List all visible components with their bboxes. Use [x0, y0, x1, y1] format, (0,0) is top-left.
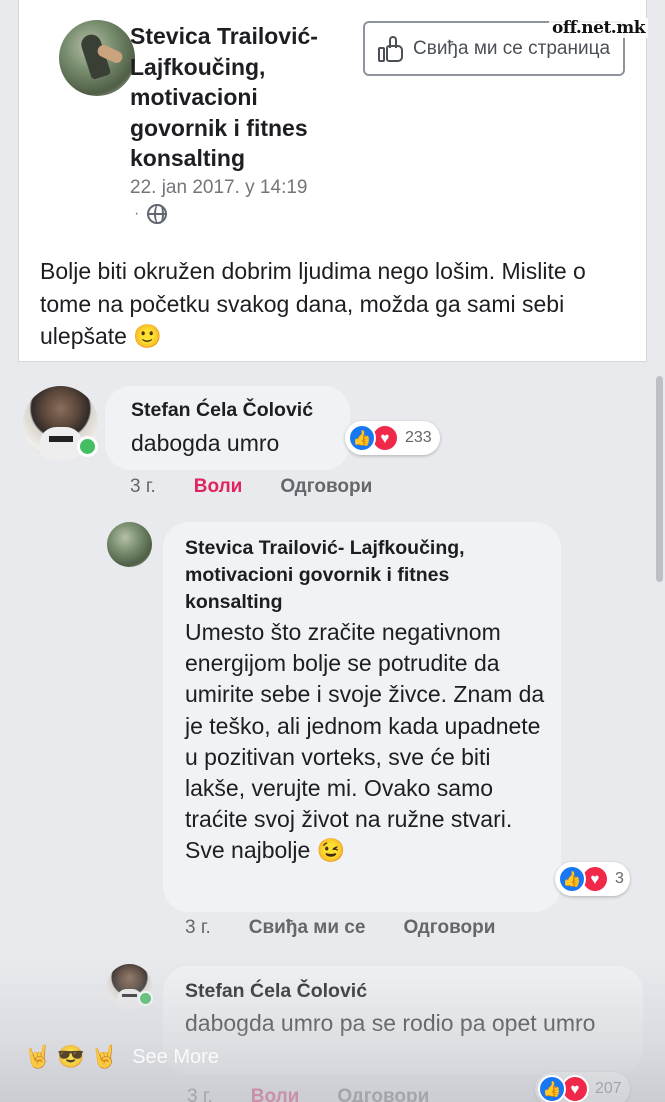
page-reply-avatar[interactable] — [107, 522, 152, 567]
reply-time[interactable]: 3 г. — [185, 917, 211, 939]
comment-actions: 3 г. Воли Одговори — [130, 476, 372, 498]
watermark: off.net.mk — [549, 18, 648, 38]
post-timestamp[interactable]: 22. jan 2017. у 14:19 — [130, 177, 307, 199]
globe-icon[interactable] — [147, 204, 168, 224]
comment-text: dabogda umro pa se rodio pa opet umro — [185, 1010, 596, 1036]
scrollbar[interactable] — [656, 376, 663, 582]
comment-author[interactable]: Stefan Ćela Čolović — [131, 397, 313, 424]
comment-text: dabogda umro — [131, 430, 280, 456]
comment-actions: 3 г. Воли Одговори — [187, 1086, 429, 1102]
sunglasses-emoji: 😎 — [57, 1044, 85, 1069]
page-avatar[interactable] — [59, 20, 135, 96]
reaction-summary[interactable]: 👍 ♥ 207 — [535, 1072, 630, 1102]
online-status-indicator — [77, 436, 98, 457]
reply-text: Umesto što zračite negativnom energijom … — [185, 619, 545, 864]
like-reaction-icon: 👍 — [558, 865, 586, 893]
page-name-link[interactable]: Stevica Trailović- Lajfkoučing, motivaci… — [130, 21, 345, 174]
reaction-count: 3 — [615, 870, 624, 887]
reply-reaction-summary[interactable]: 👍 ♥ 3 — [555, 862, 630, 896]
reply-author[interactable]: Stevica Trailović- Lajfkoučing, motivaci… — [185, 535, 515, 616]
reaction-count: 207 — [595, 1080, 622, 1097]
like-page-label: Свиђа ми се страница — [413, 37, 611, 59]
dot-separator: · — [134, 205, 140, 222]
online-status-indicator — [138, 991, 153, 1006]
see-more-overlay[interactable]: 🤘 😎 🤘 See More — [24, 1044, 219, 1070]
like-button[interactable]: Воли — [251, 1086, 300, 1102]
reply-actions: 3 г. Свиђа ми се Одговори — [185, 917, 495, 939]
comment-time[interactable]: 3 г. — [130, 476, 156, 498]
reply-button[interactable]: Одговори — [280, 476, 372, 498]
reaction-count: 233 — [405, 429, 432, 446]
reply-button[interactable]: Одговори — [337, 1086, 429, 1102]
rock-hand-emoji: 🤘 — [24, 1044, 52, 1069]
like-button[interactable]: Свиђа ми се — [249, 917, 366, 939]
post-text: Bolje biti okružen dobrim ljudima nego l… — [40, 258, 586, 349]
reply-button[interactable]: Одговори — [403, 917, 495, 939]
like-button[interactable]: Воли — [194, 476, 243, 498]
see-more-link[interactable]: See More — [132, 1046, 219, 1069]
like-reaction-icon: 👍 — [348, 424, 376, 452]
reaction-summary[interactable]: 👍 ♥ 233 — [345, 421, 440, 455]
like-reaction-icon: 👍 — [538, 1075, 566, 1102]
rock-hand-emoji: 🤘 — [90, 1044, 119, 1069]
comment-time[interactable]: 3 г. — [187, 1086, 213, 1102]
thumbs-up-icon — [377, 35, 405, 63]
privacy-row: · — [134, 204, 168, 224]
comment-author[interactable]: Stefan Ćela Čolović — [185, 978, 367, 1005]
